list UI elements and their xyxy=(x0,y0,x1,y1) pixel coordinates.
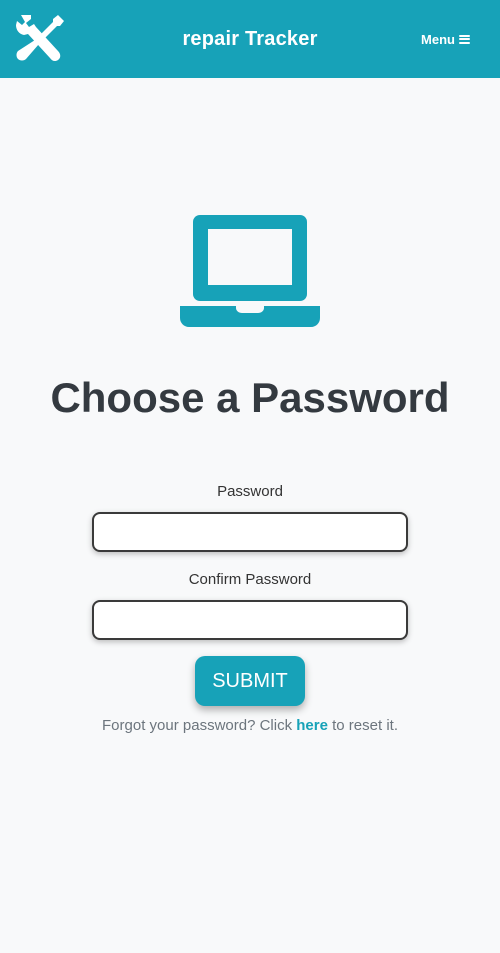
tools-icon[interactable] xyxy=(14,13,66,63)
laptop-icon xyxy=(180,215,320,327)
menu-button[interactable]: Menu xyxy=(421,28,470,50)
page-title: Choose a Password xyxy=(50,374,450,421)
submit-button[interactable]: SUBMIT xyxy=(195,656,305,706)
reset-password-link[interactable]: here xyxy=(296,717,328,734)
hamburger-icon xyxy=(459,34,470,44)
confirm-password-label: Confirm Password xyxy=(188,571,312,588)
forgot-password-text: Forgot your password? Click here to rese… xyxy=(0,717,500,734)
password-input[interactable] xyxy=(92,512,408,552)
app-header: repair Tracker Menu xyxy=(0,0,500,78)
confirm-password-input[interactable] xyxy=(92,600,408,640)
password-label: Password xyxy=(217,483,283,500)
forgot-suffix: to reset it. xyxy=(327,717,398,734)
menu-label: Menu xyxy=(421,31,455,47)
forgot-prefix: Forgot your password? Click xyxy=(102,717,297,734)
